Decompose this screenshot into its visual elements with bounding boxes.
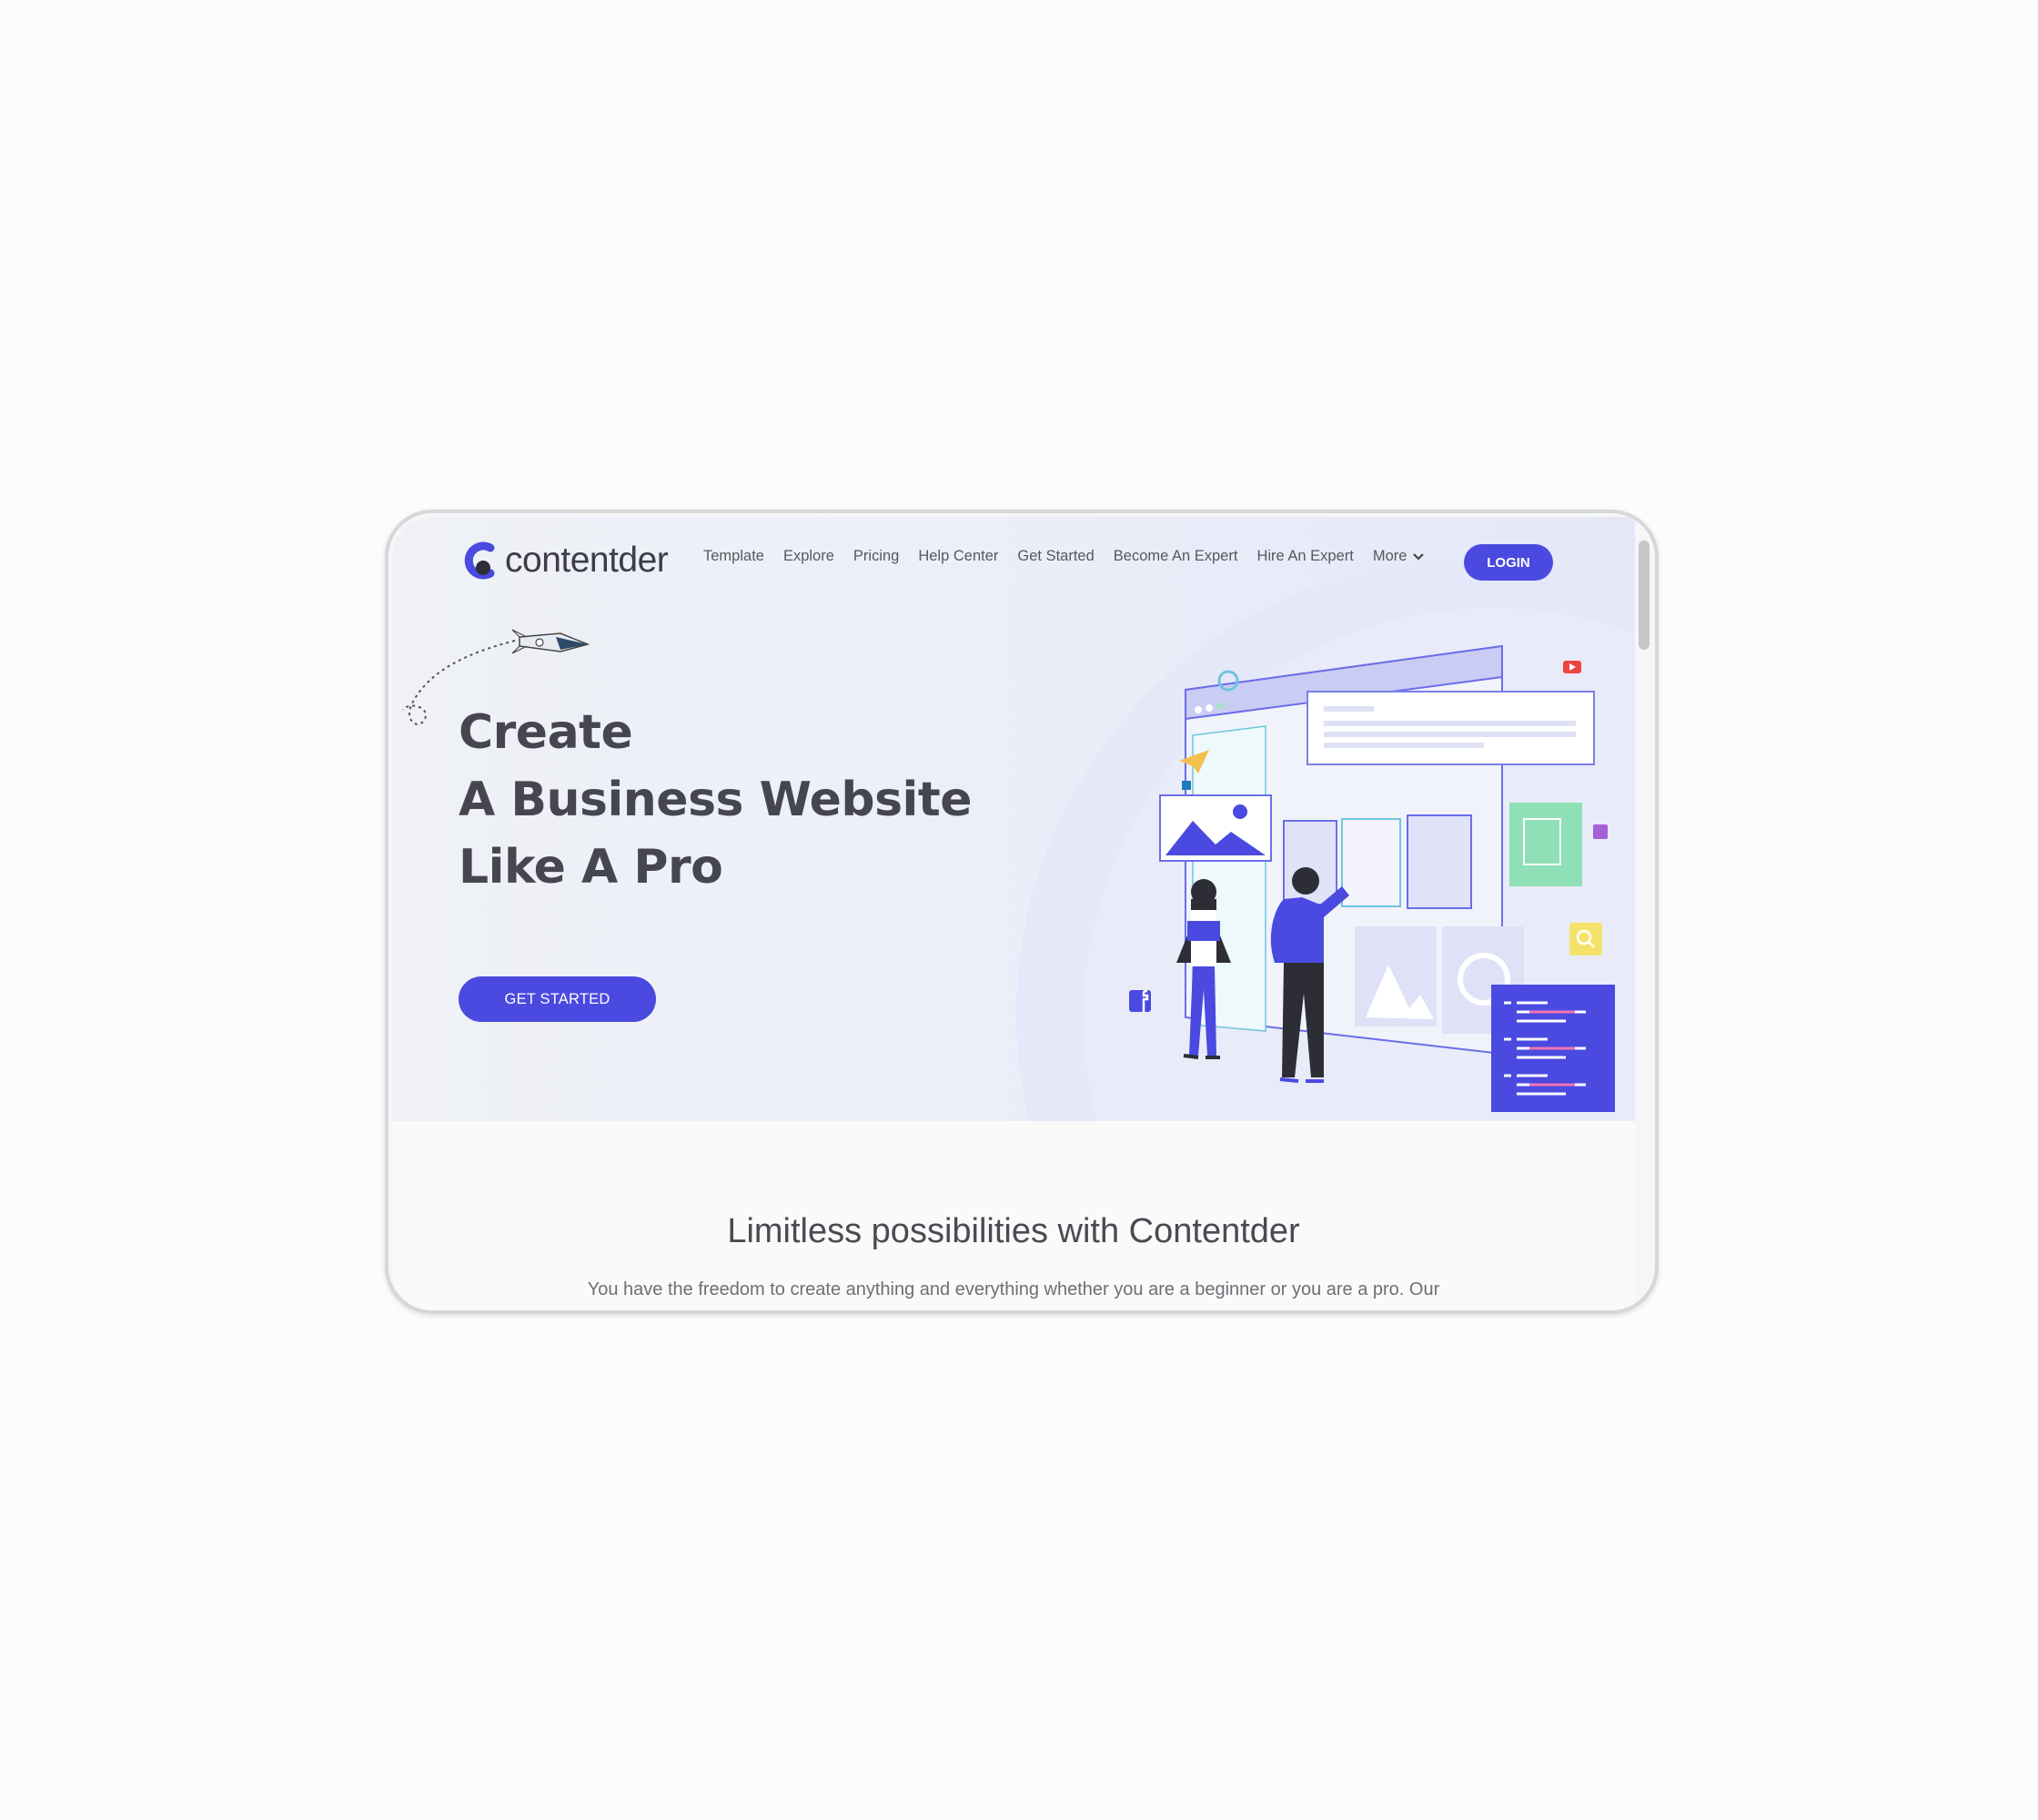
website-builder-illustration (1129, 644, 1615, 1112)
top-nav: contentder Template Explore Pricing Help… (392, 517, 1635, 604)
nav-pricing[interactable]: Pricing (853, 548, 899, 565)
nav-help-center[interactable]: Help Center (918, 548, 998, 565)
nav-hire-an-expert[interactable]: Hire An Expert (1256, 548, 1353, 565)
device-frame: contentder Template Explore Pricing Help… (385, 510, 1659, 1314)
logo[interactable]: contentder (463, 541, 669, 581)
chevron-down-icon (1413, 552, 1425, 561)
section-text: You have the freedom to create anything … (587, 1279, 1440, 1299)
nav-more-dropdown[interactable]: More (1373, 548, 1426, 565)
hero-headline-line3: Like A Pro (459, 840, 723, 895)
nav-links: Template Explore Pricing Help Center Get… (703, 548, 1425, 565)
hero-section: contentder Template Explore Pricing Help… (392, 517, 1635, 1121)
linkedin-icon (1182, 781, 1191, 790)
section-title: Limitless possibilities with Contentder (727, 1212, 1300, 1250)
hero-headline: Create A Business Website Like A Pro (459, 699, 972, 901)
nav-get-started[interactable]: Get Started (1017, 548, 1094, 565)
get-started-button[interactable]: GET STARTED (459, 976, 656, 1022)
search-icon (1569, 923, 1602, 956)
hero-headline-line2: A Business Website (459, 773, 972, 827)
facebook-icon (1129, 989, 1151, 1012)
nav-become-an-expert[interactable]: Become An Expert (1114, 548, 1238, 565)
logo-icon (464, 541, 495, 580)
lock-icon (1593, 824, 1608, 839)
browser-viewport: contentder Template Explore Pricing Help… (392, 517, 1635, 1310)
nav-more-label: More (1372, 548, 1407, 564)
logo-text: contentder (505, 541, 669, 580)
hero-headline-line1: Create (459, 705, 633, 760)
scrollbar-thumb[interactable] (1639, 541, 1650, 650)
youtube-icon (1563, 661, 1581, 673)
login-button[interactable]: LOGIN (1464, 544, 1553, 581)
nav-template[interactable]: Template (703, 548, 764, 565)
nav-explore[interactable]: Explore (783, 548, 834, 565)
scrollbar[interactable] (1636, 541, 1652, 1287)
